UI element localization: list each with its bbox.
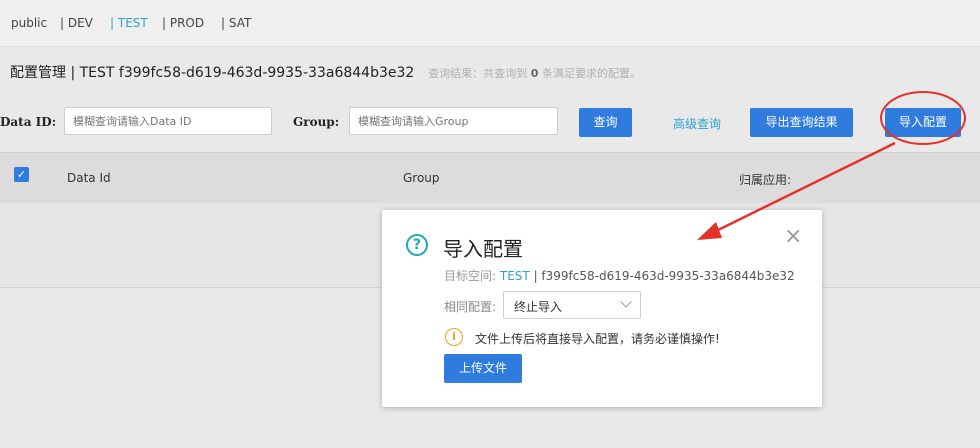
annotation-arrow: [697, 141, 896, 240]
